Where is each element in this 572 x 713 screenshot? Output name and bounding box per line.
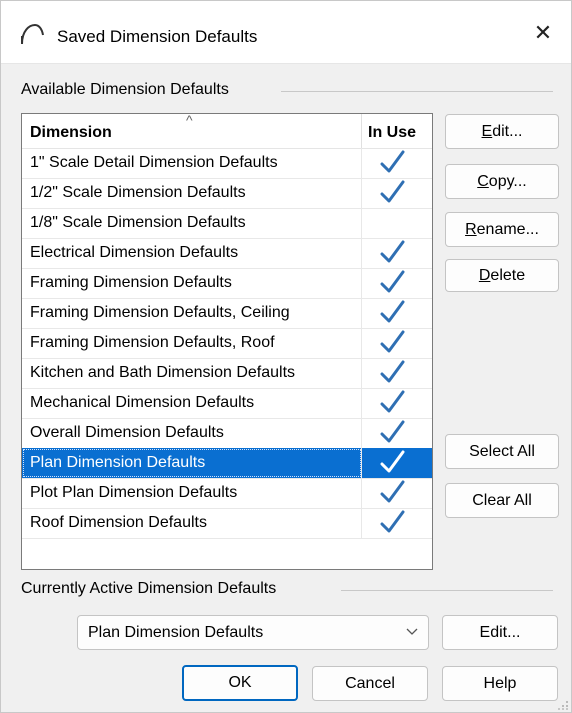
active-group-label: Currently Active Dimension Defaults xyxy=(21,580,285,598)
cell-divider xyxy=(361,478,362,508)
title-bar[interactable]: Saved Dimension Defaults ✕ xyxy=(1,1,571,64)
list-item[interactable]: Overall Dimension Defaults xyxy=(22,418,432,449)
help-button[interactable]: Help xyxy=(442,666,558,701)
dimension-defaults-list[interactable]: ^ Dimension In Use 1" Scale Detail Dimen… xyxy=(21,113,433,570)
cell-divider xyxy=(361,178,362,208)
column-divider[interactable] xyxy=(361,114,362,148)
checkmark-icon[interactable] xyxy=(378,448,406,476)
close-icon: ✕ xyxy=(533,20,553,45)
column-header-dimension[interactable]: Dimension xyxy=(30,124,112,142)
checkmark-icon[interactable] xyxy=(378,358,406,386)
group-divider xyxy=(281,91,553,92)
list-item[interactable]: Framing Dimension Defaults xyxy=(22,268,432,299)
list-item-name: Plan Dimension Defaults xyxy=(30,454,206,471)
list-item-name: Plot Plan Dimension Defaults xyxy=(30,484,238,501)
active-defaults-dropdown[interactable]: Plan Dimension Defaults xyxy=(77,615,429,650)
checkmark-icon[interactable] xyxy=(378,148,406,176)
arc-icon xyxy=(21,23,44,45)
checkmark-icon[interactable] xyxy=(378,508,406,536)
cell-divider xyxy=(361,418,362,448)
cell-divider xyxy=(361,298,362,328)
list-item-name: Roof Dimension Defaults xyxy=(30,514,207,531)
cell-divider xyxy=(361,508,362,538)
cell-divider xyxy=(361,238,362,268)
list-item[interactable]: 1/2" Scale Dimension Defaults xyxy=(22,178,432,209)
checkmark-icon[interactable] xyxy=(378,268,406,296)
checkmark-icon[interactable] xyxy=(378,298,406,326)
dropdown-selected-value: Plan Dimension Defaults xyxy=(88,624,264,641)
cell-divider xyxy=(361,268,362,298)
list-item[interactable]: 1/8" Scale Dimension Defaults xyxy=(22,208,432,239)
list-header: ^ Dimension In Use xyxy=(22,114,432,149)
select-all-button[interactable]: Select All xyxy=(445,434,559,469)
list-item-name: Framing Dimension Defaults xyxy=(30,274,232,291)
list-item-name: Overall Dimension Defaults xyxy=(30,424,224,441)
checkmark-icon[interactable] xyxy=(378,328,406,356)
list-item-name: 1/8" Scale Dimension Defaults xyxy=(30,214,246,231)
group-divider xyxy=(341,590,553,591)
list-item[interactable]: Plot Plan Dimension Defaults xyxy=(22,478,432,509)
checkmark-icon[interactable] xyxy=(378,178,406,206)
cell-divider xyxy=(361,208,362,238)
list-item-name: Framing Dimension Defaults, Ceiling xyxy=(30,304,290,321)
edit-defaults-button[interactable]: Edit... xyxy=(445,114,559,149)
edit-active-button[interactable]: Edit... xyxy=(442,615,558,650)
clear-all-button[interactable]: Clear All xyxy=(445,483,559,518)
cell-divider xyxy=(361,328,362,358)
list-item-name: Framing Dimension Defaults, Roof xyxy=(30,334,275,351)
list-item[interactable]: Framing Dimension Defaults, Ceiling xyxy=(22,298,432,329)
cancel-button[interactable]: Cancel xyxy=(312,666,428,701)
list-item[interactable]: 1" Scale Detail Dimension Defaults xyxy=(22,148,432,179)
saved-dimension-defaults-dialog: Saved Dimension Defaults ✕ Available Dim… xyxy=(0,0,572,713)
cell-divider xyxy=(361,358,362,388)
column-header-in-use[interactable]: In Use xyxy=(368,124,416,142)
resize-grip-icon[interactable] xyxy=(557,698,569,710)
list-item-name: 1/2" Scale Dimension Defaults xyxy=(30,184,246,201)
list-item[interactable]: Roof Dimension Defaults xyxy=(22,508,432,539)
close-button[interactable]: ✕ xyxy=(523,15,563,51)
sort-ascending-icon: ^ xyxy=(186,113,193,128)
list-item[interactable]: Electrical Dimension Defaults xyxy=(22,238,432,269)
list-item-name: Mechanical Dimension Defaults xyxy=(30,394,255,411)
list-item[interactable]: Kitchen and Bath Dimension Defaults xyxy=(22,358,432,389)
chevron-down-icon xyxy=(406,628,418,635)
cell-divider xyxy=(361,448,362,478)
delete-button[interactable]: Delete xyxy=(445,259,559,292)
list-item-name: 1" Scale Detail Dimension Defaults xyxy=(30,154,278,171)
copy-button[interactable]: Copy... xyxy=(445,164,559,199)
list-item[interactable]: Framing Dimension Defaults, Roof xyxy=(22,328,432,359)
list-item-name: Electrical Dimension Defaults xyxy=(30,244,239,261)
available-group-label: Available Dimension Defaults xyxy=(21,81,237,99)
checkmark-icon[interactable] xyxy=(378,418,406,446)
checkmark-icon[interactable] xyxy=(378,238,406,266)
list-item[interactable]: Mechanical Dimension Defaults xyxy=(22,388,432,419)
rename-button[interactable]: Rename... xyxy=(445,212,559,247)
list-item[interactable]: Plan Dimension Defaults xyxy=(22,448,432,479)
ok-button[interactable]: OK xyxy=(182,665,298,701)
checkmark-icon[interactable] xyxy=(378,478,406,506)
list-item-name: Kitchen and Bath Dimension Defaults xyxy=(30,364,296,381)
cell-divider xyxy=(361,148,362,178)
window-title: Saved Dimension Defaults xyxy=(57,27,258,46)
cell-divider xyxy=(361,388,362,418)
checkmark-icon[interactable] xyxy=(378,388,406,416)
